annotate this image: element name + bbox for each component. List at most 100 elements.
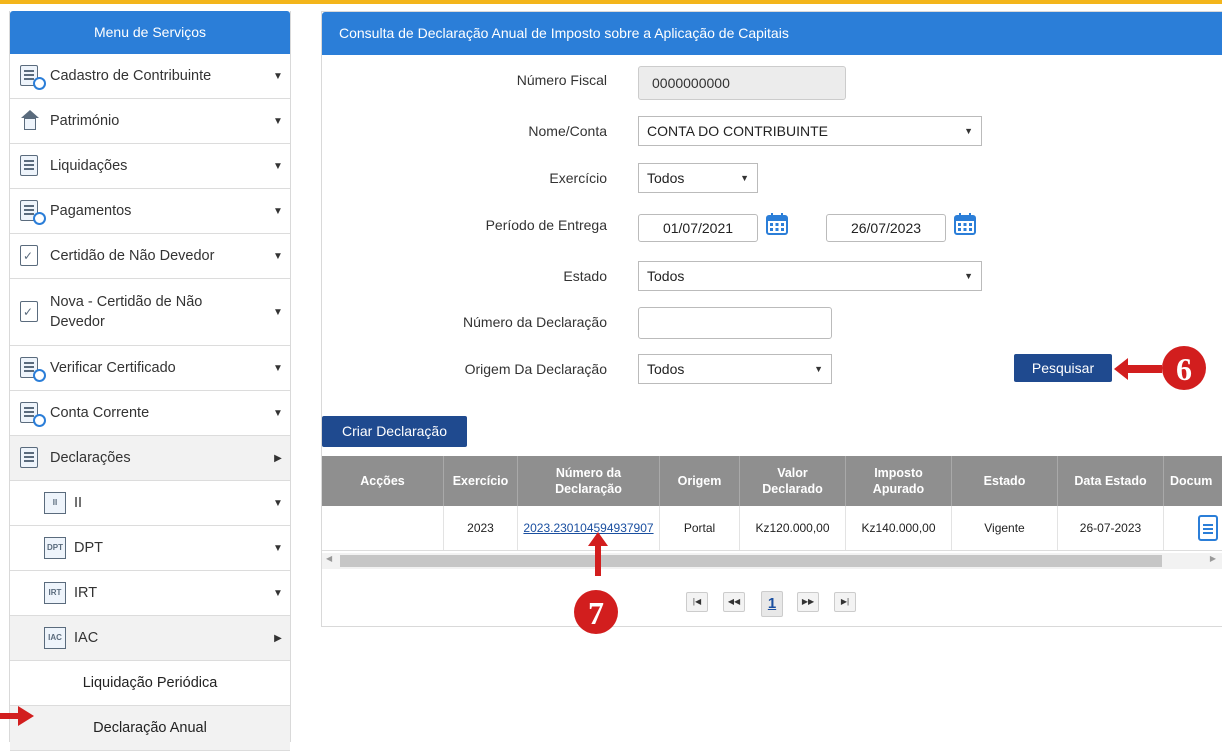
col-header-data-estado: Data Estado bbox=[1058, 456, 1164, 506]
pagination-first-button[interactable]: |◀ bbox=[686, 592, 708, 612]
chevron-down-icon: ▼ bbox=[273, 205, 283, 217]
sidebar-item-nova-certidao[interactable]: Nova - Certidão de Não Devedor ▼ bbox=[10, 279, 290, 346]
doc-search-icon bbox=[20, 200, 46, 225]
sidebar-subitem-label: Liquidação Periódica bbox=[82, 675, 218, 691]
sidebar-item-dpt[interactable]: DPT DPT ▼ bbox=[10, 526, 290, 571]
step-badge-6: 6 bbox=[1162, 346, 1206, 390]
top-accent-line bbox=[0, 0, 1222, 4]
sidebar-item-liquidacoes[interactable]: Liquidações ▼ bbox=[10, 144, 290, 189]
numero-declaracao-input[interactable] bbox=[638, 307, 832, 339]
table-cell-valor: Kz120.000,00 bbox=[740, 506, 846, 550]
estado-value: Todos bbox=[647, 268, 685, 284]
chevron-right-icon: ▶ bbox=[274, 632, 282, 644]
step-badge-7: 7 bbox=[574, 590, 618, 634]
table-cell-origem: Portal bbox=[660, 506, 740, 550]
sidebar-item-verificar[interactable]: Verificar Certificado ▼ bbox=[10, 346, 290, 391]
numero-label: Número da Declaração bbox=[463, 314, 607, 330]
sidebar-item-pagamentos[interactable]: Pagamentos ▼ bbox=[10, 189, 290, 234]
chevron-down-icon: ▼ bbox=[273, 306, 283, 318]
services-sidebar: Menu de Serviços Cadastro de Contribuint… bbox=[9, 11, 291, 751]
sidebar-item-cadastro[interactable]: Cadastro de Contribuinte ▼ bbox=[10, 54, 290, 99]
chevron-right-icon: ▶ bbox=[274, 452, 282, 464]
col-header-origem: Origem bbox=[660, 456, 740, 506]
data-inicio-field[interactable]: 01/07/2021 bbox=[638, 214, 758, 242]
search-button[interactable]: Pesquisar bbox=[1014, 354, 1112, 382]
doc-search-icon bbox=[20, 402, 46, 427]
data-fim-field[interactable]: 26/07/2023 bbox=[826, 214, 946, 242]
chevron-down-icon: ▼ bbox=[273, 542, 283, 554]
chevron-down-icon: ▼ bbox=[964, 271, 973, 281]
sidebar-subitem-liquidacao-periodica[interactable]: Liquidação Periódica bbox=[10, 661, 290, 706]
red-pointer-arrow-icon bbox=[588, 532, 608, 576]
sidebar-title: Menu de Serviços bbox=[10, 11, 290, 54]
pagination-next-button[interactable]: ▶▶ bbox=[797, 592, 819, 612]
col-header-imposto: Imposto Apurado bbox=[846, 456, 952, 506]
chevron-down-icon: ▼ bbox=[740, 173, 749, 183]
pagination-prev-button[interactable]: ◀◀ bbox=[723, 592, 745, 612]
table-cell-imposto: Kz140.000,00 bbox=[846, 506, 952, 550]
sidebar-item-certidao[interactable]: Certidão de Não Devedor ▼ bbox=[10, 234, 290, 279]
results-table-header: Acções Exercício Número da Declaração Or… bbox=[322, 456, 1222, 506]
red-pointer-arrow-icon bbox=[0, 706, 34, 726]
estado-select[interactable]: Todos ▼ bbox=[638, 261, 982, 291]
sidebar-item-label: Certidão de Não Devedor bbox=[50, 248, 215, 264]
nome-conta-select[interactable]: CONTA DO CONTRIBUINTE ▼ bbox=[638, 116, 982, 146]
chevron-down-icon: ▼ bbox=[273, 250, 283, 262]
sidebar-subitem-label: Declaração Anual bbox=[93, 720, 207, 736]
create-declaration-button[interactable]: Criar Declaração bbox=[322, 416, 467, 447]
sidebar-item-label: IRT bbox=[74, 585, 98, 601]
calendar-icon[interactable] bbox=[953, 212, 977, 236]
sidebar-item-label: II bbox=[74, 495, 83, 511]
doc-icon bbox=[20, 447, 42, 469]
calendar-icon[interactable] bbox=[765, 212, 789, 236]
horizontal-scrollbar[interactable]: ◀ ▶ bbox=[322, 553, 1222, 569]
pagination-last-button[interactable]: ▶| bbox=[834, 592, 856, 612]
certificate-icon bbox=[20, 245, 42, 267]
sidebar-item-ii[interactable]: II II ▼ bbox=[10, 481, 290, 526]
exercicio-select[interactable]: Todos ▼ bbox=[638, 163, 758, 193]
chevron-down-icon: ▼ bbox=[273, 497, 283, 509]
nif-field: 0000000000 bbox=[638, 66, 846, 100]
house-icon bbox=[20, 110, 42, 132]
col-header-documento: Docum bbox=[1170, 474, 1213, 488]
scroll-left-icon[interactable]: ◀ bbox=[326, 554, 332, 563]
col-header-accoes: Acções bbox=[322, 456, 444, 506]
chevron-down-icon: ▼ bbox=[273, 70, 283, 82]
scrollbar-thumb[interactable] bbox=[340, 555, 1162, 567]
exercicio-label: Exercício bbox=[549, 170, 607, 186]
origem-select[interactable]: Todos ▼ bbox=[638, 354, 832, 384]
scroll-right-icon[interactable]: ▶ bbox=[1210, 554, 1216, 563]
sidebar-item-label: DPT bbox=[74, 540, 103, 556]
estado-label: Estado bbox=[563, 268, 607, 284]
sidebar-item-declaracoes[interactable]: Declarações ▶ bbox=[10, 436, 290, 481]
document-icon[interactable] bbox=[1198, 515, 1218, 541]
chevron-down-icon: ▼ bbox=[273, 160, 283, 172]
col-header-exercicio: Exercício bbox=[444, 456, 518, 506]
col-header-estado: Estado bbox=[952, 456, 1058, 506]
origem-value: Todos bbox=[647, 361, 685, 377]
doc-search-icon bbox=[20, 357, 46, 382]
sidebar-item-label: Cadastro de Contribuinte bbox=[50, 68, 212, 84]
table-cell-accoes bbox=[322, 506, 444, 550]
doc-search-icon bbox=[20, 65, 46, 90]
table-cell-exercicio: 2023 bbox=[444, 506, 518, 550]
chevron-down-icon: ▼ bbox=[964, 126, 973, 136]
sidebar-item-iac[interactable]: IAC IAC ▶ bbox=[10, 616, 290, 661]
certificate-icon bbox=[20, 301, 42, 323]
sidebar-item-label: Nova - Certidão de Não Devedor bbox=[50, 294, 203, 330]
irt-tag-icon: IRT bbox=[44, 582, 66, 604]
iac-tag-icon: IAC bbox=[44, 627, 66, 649]
table-row-divider bbox=[322, 550, 1222, 551]
sidebar-item-patrimonio[interactable]: Património ▼ bbox=[10, 99, 290, 144]
panel-title: Consulta de Declaração Anual de Imposto … bbox=[322, 12, 1222, 55]
sidebar-item-conta-corrente[interactable]: Conta Corrente ▼ bbox=[10, 391, 290, 436]
sidebar-item-label: IAC bbox=[74, 630, 99, 646]
chevron-down-icon: ▼ bbox=[814, 364, 823, 374]
nome-conta-value: CONTA DO CONTRIBUINTE bbox=[647, 123, 828, 139]
sidebar-item-irt[interactable]: IRT IRT ▼ bbox=[10, 571, 290, 616]
sidebar-subitem-declaracao-anual[interactable]: Declaração Anual bbox=[10, 706, 290, 751]
nome-label: Nome/Conta bbox=[528, 123, 607, 139]
table-cell-estado: Vigente bbox=[952, 506, 1058, 550]
pagination-current-page[interactable]: 1 bbox=[761, 591, 783, 617]
sidebar-item-label: Declarações bbox=[50, 450, 131, 466]
